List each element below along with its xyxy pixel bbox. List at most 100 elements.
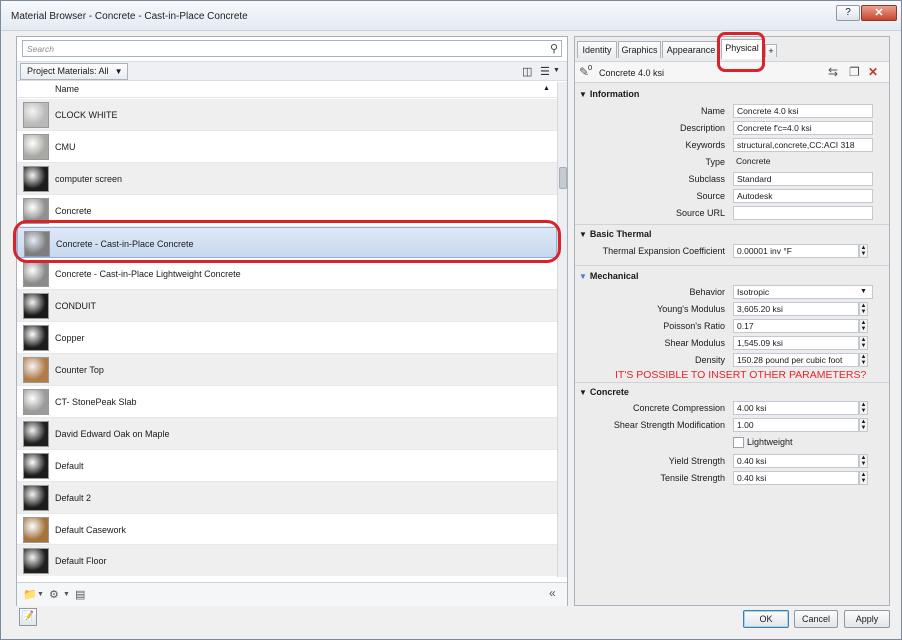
- behavior-select[interactable]: Isotropic: [733, 285, 873, 299]
- title-bar: Material Browser - Concrete - Cast-in-Pl…: [1, 1, 901, 31]
- shear-modulus-field[interactable]: 1,545.09 ksi: [733, 336, 859, 350]
- duplicate-asset-icon[interactable]: ❐: [849, 65, 860, 79]
- concrete-compression-field[interactable]: 4.00 ksi: [733, 401, 859, 415]
- create-material-icon[interactable]: ⚙: [49, 588, 59, 601]
- project-materials-filter[interactable]: Project Materials: All ▼: [20, 63, 128, 80]
- material-row[interactable]: Counter Top: [17, 354, 557, 387]
- name-field[interactable]: Concrete 4.0 ksi: [733, 104, 873, 118]
- shear-strength-mod-field[interactable]: 1.00: [733, 418, 859, 432]
- behavior-label: Behavior: [689, 287, 725, 297]
- density-stepper[interactable]: ▲ ▼: [859, 353, 868, 367]
- poissons-ratio-stepper[interactable]: ▲ ▼: [859, 319, 868, 333]
- thermal-expansion-field[interactable]: 0.00001 inv °F: [733, 244, 859, 258]
- material-row[interactable]: CLOCK WHITE: [17, 99, 557, 131]
- material-swatch: [23, 516, 49, 543]
- source-label: Source: [696, 191, 725, 201]
- material-row[interactable]: Default: [17, 449, 557, 482]
- asset-browser-icon[interactable]: ▤: [75, 588, 85, 601]
- keywords-label: Keywords: [685, 140, 725, 150]
- tab-identity[interactable]: Identity: [577, 41, 617, 58]
- youngs-modulus-label: Young's Modulus: [657, 304, 725, 314]
- material-row[interactable]: Copper: [17, 322, 557, 355]
- cancel-button[interactable]: Cancel: [794, 610, 838, 628]
- close-button[interactable]: ✕: [861, 5, 897, 21]
- material-swatch: [23, 133, 49, 160]
- thermal-expansion-label: Thermal Expansion Coefficient: [602, 246, 725, 256]
- tab-graphics[interactable]: Graphics: [618, 41, 661, 58]
- create-dropdown-icon[interactable]: ▼: [63, 591, 70, 598]
- material-swatch: [23, 484, 49, 511]
- poissons-ratio-field[interactable]: 0.17: [733, 319, 859, 333]
- density-field[interactable]: 150.28 pound per cubic foot: [733, 353, 859, 367]
- material-row[interactable]: CT- StonePeak Slab: [17, 386, 557, 418]
- material-name: Concrete - Cast-in-Place Lightweight Con…: [55, 269, 241, 280]
- yield-strength-stepper[interactable]: ▲ ▼: [859, 454, 868, 468]
- material-swatch: [23, 261, 49, 288]
- material-row[interactable]: David Edward Oak on Maple: [17, 417, 557, 450]
- material-swatch: [23, 420, 49, 447]
- section-mechanical[interactable]: ▼ Mechanical: [579, 271, 638, 281]
- column-name-header[interactable]: Name: [55, 84, 79, 94]
- thermal-expansion-stepper[interactable]: ▲ ▼: [859, 244, 868, 258]
- youngs-modulus-stepper[interactable]: ▲ ▼: [859, 302, 868, 316]
- yield-strength-field[interactable]: 0.40 ksi: [733, 454, 859, 468]
- search-icon[interactable]: ⚲: [550, 42, 558, 55]
- material-name: Default Floor: [55, 556, 107, 567]
- source-url-field[interactable]: [733, 206, 873, 220]
- material-browser-window: Material Browser - Concrete - Cast-in-Pl…: [0, 0, 902, 640]
- library-dropdown-icon[interactable]: ▼: [37, 591, 44, 598]
- material-editor-pane: Identity Graphics Appearance Physical + …: [574, 36, 890, 606]
- concrete-compression-stepper[interactable]: ▲ ▼: [859, 401, 868, 415]
- replace-asset-icon[interactable]: ⇆: [828, 65, 838, 79]
- scrollbar-thumb[interactable]: [559, 167, 567, 189]
- selected-row-highlight: [13, 220, 561, 263]
- material-row[interactable]: Default 2: [17, 481, 557, 514]
- tensile-strength-field[interactable]: 0.40 ksi: [733, 471, 859, 485]
- material-name: CMU: [55, 141, 76, 152]
- section-mechanical-title: Mechanical: [589, 271, 639, 281]
- apply-button[interactable]: Apply: [844, 610, 890, 628]
- material-row[interactable]: Concrete - Cast-in-Place Lightweight Con…: [17, 258, 557, 291]
- shear-strength-mod-stepper[interactable]: ▲ ▼: [859, 418, 868, 432]
- section-information[interactable]: ▼ Information: [579, 89, 639, 99]
- section-basic-thermal[interactable]: ▼ Basic Thermal: [579, 229, 651, 239]
- show-hide-library-icon[interactable]: ◫: [522, 65, 532, 78]
- material-name: Counter Top: [55, 365, 104, 376]
- subclass-field[interactable]: Standard: [733, 172, 873, 186]
- subclass-label: Subclass: [688, 174, 725, 184]
- material-swatch: [23, 548, 49, 575]
- remove-asset-icon[interactable]: ✕: [868, 65, 878, 79]
- youngs-modulus-field[interactable]: 3,605.20 ksi: [733, 302, 859, 316]
- material-swatch: [23, 165, 49, 192]
- ok-button[interactable]: OK: [743, 610, 789, 628]
- collapse-library-icon[interactable]: «: [549, 586, 556, 600]
- list-scrollbar[interactable]: [557, 82, 567, 577]
- source-field[interactable]: Autodesk: [733, 189, 873, 203]
- material-row[interactable]: CMU: [17, 130, 557, 163]
- lightweight-checkbox[interactable]: [733, 437, 744, 448]
- material-name: Default Casework: [55, 524, 127, 535]
- view-options-icon[interactable]: ☰: [540, 65, 550, 78]
- material-row[interactable]: CONDUIT: [17, 290, 557, 323]
- open-library-icon[interactable]: 📁: [23, 588, 37, 601]
- section-concrete-title: Concrete: [589, 387, 629, 397]
- info-icon[interactable]: 📝: [19, 608, 37, 626]
- material-swatch: [23, 293, 49, 320]
- description-field[interactable]: Concrete f'c=4.0 ksi: [733, 121, 873, 135]
- help-button[interactable]: ?: [836, 5, 860, 21]
- asset-usage-count: 0: [588, 63, 593, 72]
- material-row[interactable]: Default Casework: [17, 513, 557, 546]
- tensile-strength-stepper[interactable]: ▲ ▼: [859, 471, 868, 485]
- add-asset-button[interactable]: +: [765, 44, 777, 57]
- chevron-down-icon[interactable]: ▼: [860, 288, 867, 295]
- tab-appearance[interactable]: Appearance: [662, 41, 720, 58]
- keywords-field[interactable]: structural,concrete,CC:ACI 318: [733, 138, 873, 152]
- material-swatch: [23, 389, 49, 416]
- view-options-dropdown-icon[interactable]: ▼: [553, 67, 560, 74]
- material-row[interactable]: computer screen: [17, 162, 557, 195]
- search-input[interactable]: Search ⚲: [22, 40, 562, 57]
- shear-modulus-stepper[interactable]: ▲ ▼: [859, 336, 868, 350]
- tensile-strength-label: Tensile Strength: [660, 473, 725, 483]
- material-row[interactable]: Default Floor: [17, 545, 557, 576]
- section-concrete[interactable]: ▼ Concrete: [579, 387, 629, 397]
